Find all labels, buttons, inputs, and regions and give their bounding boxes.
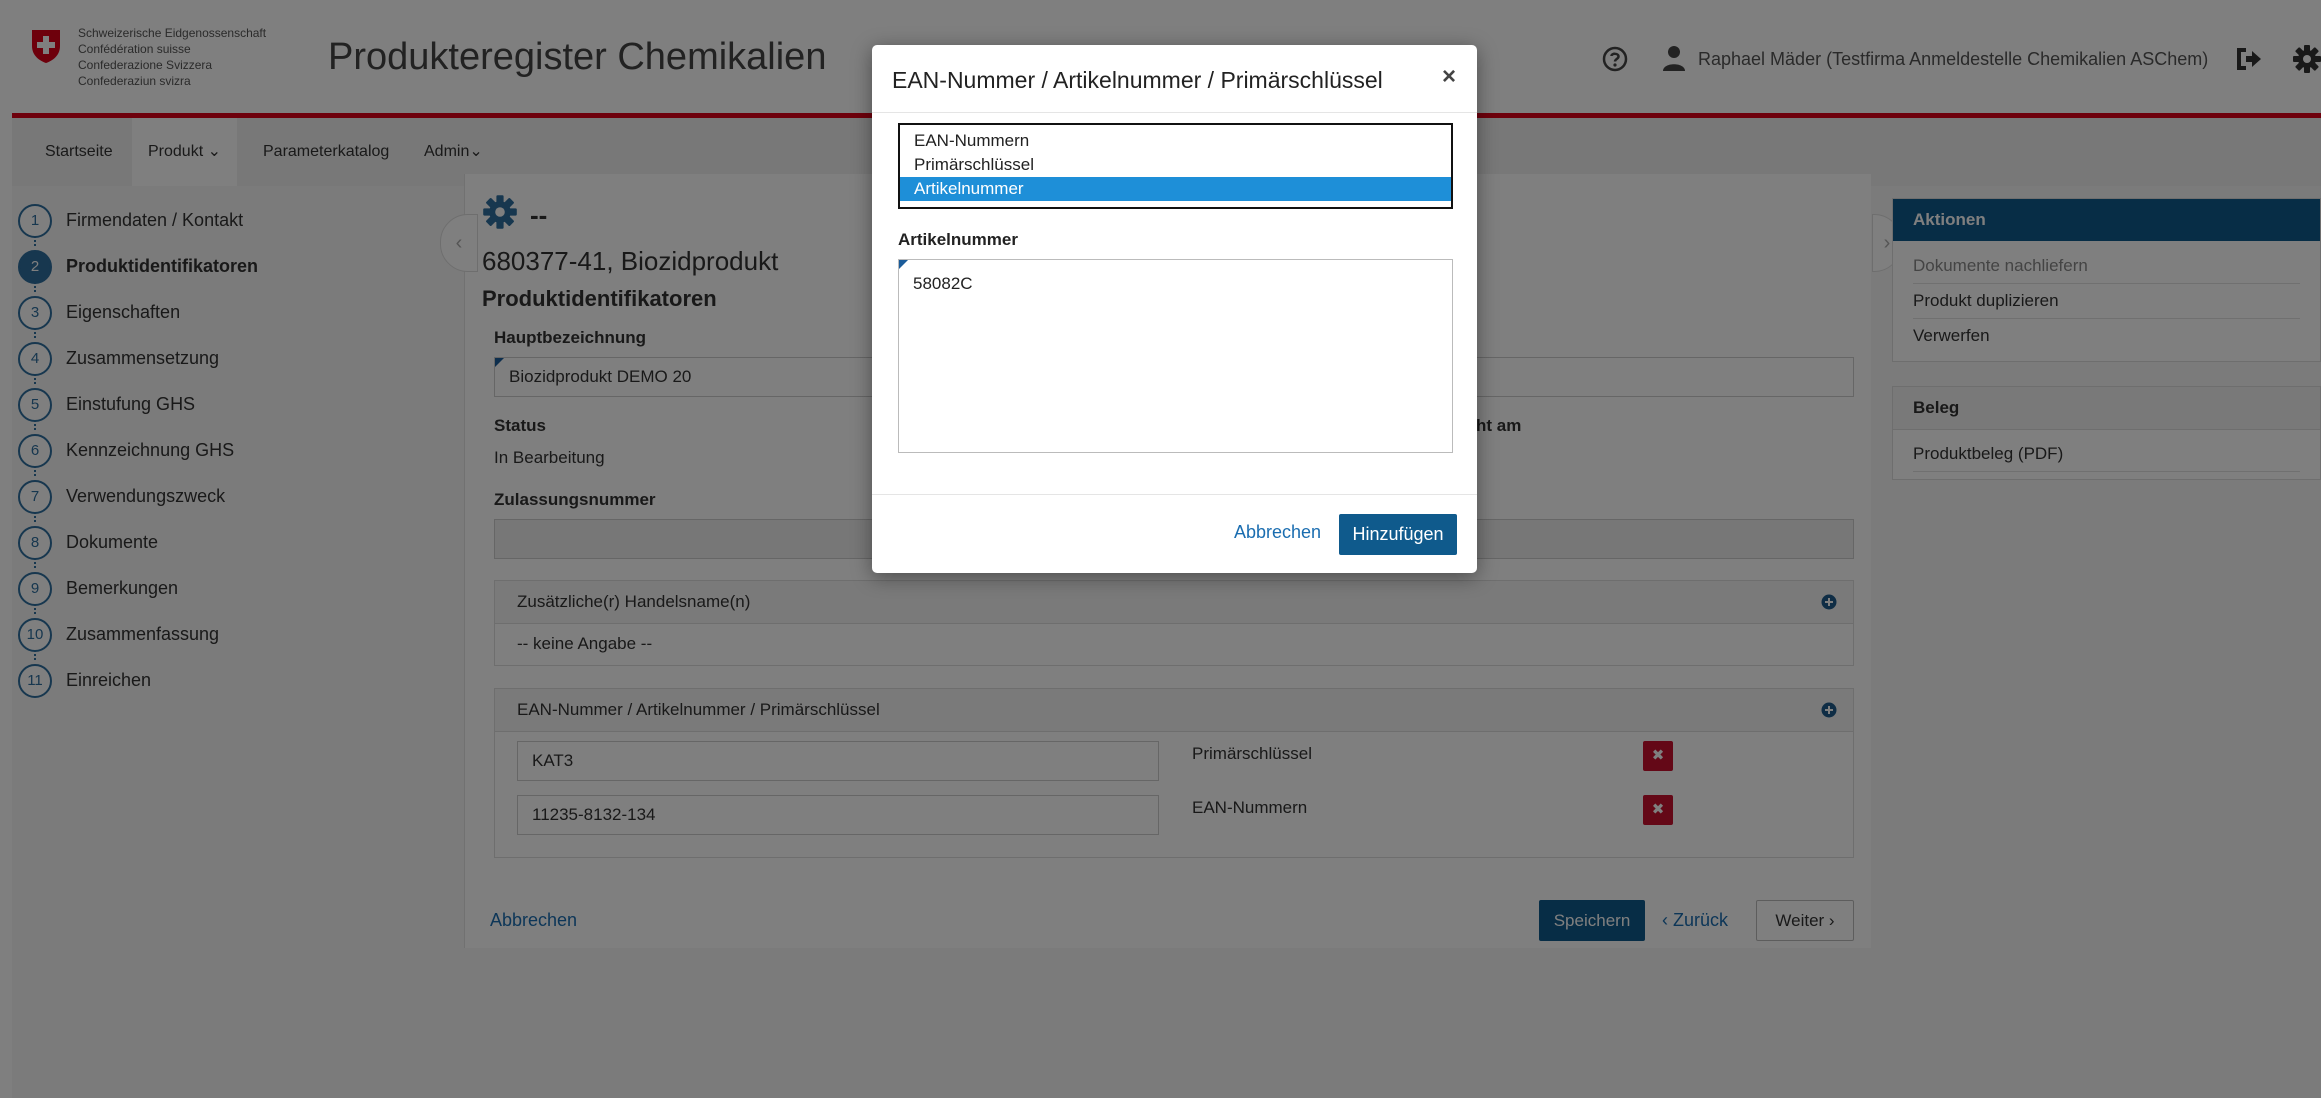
field-label: Artikelnummer [898, 230, 1018, 249]
add-identifier-dialog: EAN-Nummer / Artikelnummer / Primärschlü… [872, 45, 1477, 573]
dialog-cancel-link[interactable]: Abbrechen [1234, 522, 1321, 543]
listbox-option-primaerschluessel[interactable]: Primärschlüssel [900, 153, 1451, 177]
required-marker [899, 260, 908, 269]
close-icon[interactable]: × [1442, 63, 1456, 91]
identifier-value-textarea[interactable]: 58082C [898, 259, 1453, 453]
identifier-value: 58082C [913, 274, 973, 293]
dialog-title: EAN-Nummer / Artikelnummer / Primärschlü… [892, 67, 1383, 93]
add-button[interactable]: Hinzufügen [1339, 514, 1457, 555]
identifier-type-listbox[interactable]: EAN-Nummern Primärschlüssel Artikelnumme… [898, 123, 1453, 209]
listbox-option-ean[interactable]: EAN-Nummern [900, 129, 1451, 153]
listbox-option-artikelnummer[interactable]: Artikelnummer [900, 177, 1451, 201]
divider [872, 112, 1477, 113]
divider [872, 494, 1477, 495]
